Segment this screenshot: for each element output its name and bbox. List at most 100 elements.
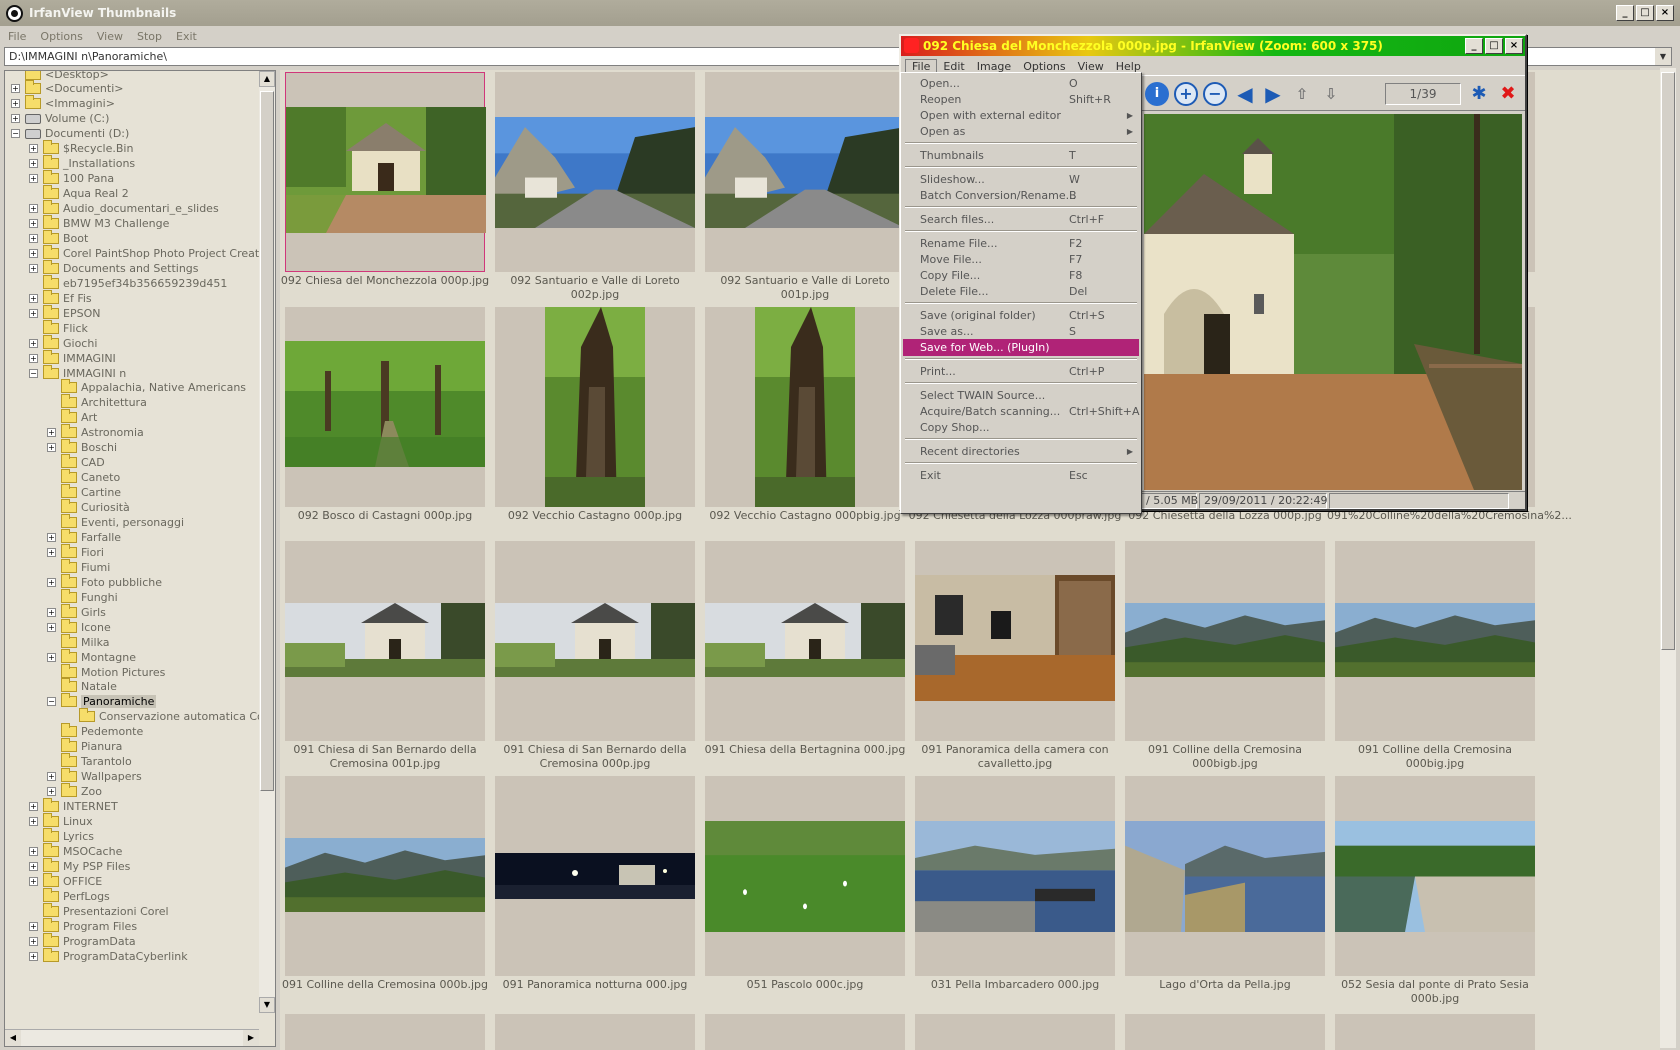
thumbnail-item[interactable]: 091 Chiesa di San Bernardo della Cremosi… [495,541,695,775]
tree-item[interactable]: + Boot [29,229,88,246]
thumbnail-image[interactable] [1335,820,1535,932]
expand-plus-icon[interactable]: + [29,293,38,303]
thumbnail-image[interactable] [495,603,695,678]
thumbnail-image[interactable] [705,117,905,228]
main-minimize-button[interactable]: _ [1616,5,1634,21]
thumbnail-vertical-scrollbar[interactable] [1660,68,1676,1048]
menu-options[interactable]: Options [40,30,82,43]
path-text[interactable]: D:\IMMAGINI n\Panoramiche\ [9,50,167,63]
expand-plus-icon[interactable]: + [47,622,56,632]
expand-plus-icon[interactable]: + [11,114,20,124]
expand-plus-icon[interactable]: + [29,144,38,154]
file-menu-item[interactable]: Copy File... F8 [903,267,1139,284]
thumbnail-image[interactable] [285,340,485,467]
expand-plus-icon[interactable]: + [29,353,38,363]
thumbnail-tile[interactable] [705,72,905,272]
thumbnail-image[interactable] [1125,820,1325,932]
tree-item[interactable]: + Linux [29,813,93,830]
expand-plus-icon[interactable]: + [29,846,38,856]
thumbnail-item[interactable]: 091 Chiesa di San Bernardo della Cremosi… [285,541,485,775]
thumbnail-tile[interactable] [495,775,695,976]
file-menu-item[interactable]: Open with external editor ▶ [903,107,1139,124]
tree-item[interactable]: + Giochi [29,334,97,351]
expand-plus-icon[interactable]: + [29,802,38,812]
expand-plus-icon[interactable]: + [29,233,38,243]
settings-icon[interactable]: ✱ [1467,82,1491,106]
thumbnail-image[interactable] [1125,603,1325,678]
file-menu-item[interactable]: Exit Esc [903,467,1139,484]
tree-item[interactable]: + OFFICE [29,872,102,889]
main-close-button[interactable]: × [1656,5,1674,21]
main-maximize-button[interactable]: □ [1636,5,1654,21]
tree-item[interactable]: + Girls [47,603,106,620]
thumbnail-image[interactable] [705,820,905,932]
tree-item[interactable]: Conservazione automatica Corel [65,708,275,725]
tree-item[interactable]: + Audio_documentari_e_slides [29,200,219,217]
expand-plus-icon[interactable]: + [47,577,56,587]
thumbnail-tile[interactable] [1125,775,1325,976]
tree-item[interactable]: + Volume (C:) [11,111,109,127]
thumbnail-tile[interactable] [495,306,695,507]
tree-item[interactable]: Milka [47,633,110,650]
expand-plus-icon[interactable]: + [29,817,38,826]
viewer-menu-view[interactable]: View [1072,60,1110,73]
scroll-right-arrow-icon[interactable]: ▶ [243,1030,259,1046]
irfanview-app-icon[interactable] [6,4,23,22]
tree-item[interactable]: Cartine [47,484,121,501]
expand-plus-icon[interactable]: + [47,772,56,782]
menu-file[interactable]: File [8,30,26,43]
tree-item[interactable]: + <Immagini> [11,95,115,112]
thumbnail-item[interactable]: 092 Bosco di Castagni 000p.jpg [285,306,485,541]
expand-plus-icon[interactable]: + [29,159,38,169]
expand-plus-icon[interactable]: + [29,338,38,348]
thumbnail-image[interactable] [495,852,695,899]
thumbnail-item[interactable]: 091 Colline della Cremosina 000b.jpg [282,775,488,1010]
tree-item[interactable]: Tarantolo [47,753,132,770]
tree-item[interactable]: + EPSON [29,304,100,321]
thumbnail-image[interactable] [1335,603,1535,678]
thumbnail-image[interactable] [705,603,905,678]
thumbnail-tile[interactable] [705,541,905,742]
expand-plus-icon[interactable]: + [47,607,56,617]
thumbnail-tile[interactable] [705,775,905,976]
collapse-minus-icon[interactable]: − [29,368,38,378]
last-page-icon[interactable]: ⇩ [1319,82,1343,106]
viewer-menu-file[interactable]: File [905,59,938,73]
expand-plus-icon[interactable]: + [47,428,56,438]
info-icon[interactable]: i [1145,82,1169,106]
tree-item[interactable]: + Icone [47,618,111,635]
thumbnail-item[interactable]: 092 Chiesa del Monchezzola 000p.jpg [281,72,489,306]
previous-icon[interactable]: ◀ [1233,82,1257,106]
menu-stop[interactable]: Stop [137,30,162,43]
thumbnail-item[interactable]: 091 Panoramica notturna 000.jpg [495,775,695,1010]
thumbnail-scroll-thumb[interactable] [1661,72,1675,650]
expand-plus-icon[interactable]: + [29,861,38,871]
menu-exit[interactable]: Exit [176,30,197,43]
file-menu-item[interactable]: Move File... F7 [903,251,1139,268]
tree-item[interactable]: Appalachia, Native Americans [47,379,246,396]
tree-item[interactable]: − Documenti (D:) [11,126,129,142]
thumbnail-tile[interactable] [285,72,486,272]
thumbnail-image[interactable] [285,837,485,912]
thumbnail-tile[interactable] [1125,541,1325,742]
thumbnail-tile[interactable] [495,1014,695,1050]
thumbnail-item[interactable]: 092 Santuario e Valle di Loreto 002p.jpg [495,72,695,306]
thumbnail-item[interactable]: 091 Chiesa della Bertagnina 000.jpg [705,541,905,775]
viewer-menu-help[interactable]: Help [1110,60,1147,73]
thumbnail-image[interactable] [495,117,695,228]
menu-view[interactable]: View [97,30,123,43]
expand-plus-icon[interactable]: + [11,84,20,94]
expand-plus-icon[interactable]: + [29,951,38,961]
tree-item[interactable]: + Farfalle [47,528,121,545]
expand-plus-icon[interactable]: + [29,876,38,886]
thumbnail-tile[interactable] [1335,1014,1535,1050]
tree-item[interactable]: eb7195ef34b356659239d451 [29,274,227,291]
viewer-menu-edit[interactable]: Edit [937,60,970,73]
tree-horizontal-scrollbar[interactable]: ◀ ▶ [5,1029,259,1046]
thumbnail-tile[interactable] [705,306,905,507]
thumbnail-item[interactable]: 091 Panoramica della camera con cavallet… [915,541,1115,775]
tree-item[interactable]: + Fiori [47,543,104,560]
tree-item[interactable]: + Boschi [47,439,117,456]
tree-item[interactable]: Curiosità [47,499,130,516]
tree-item[interactable]: Caneto [47,469,120,486]
